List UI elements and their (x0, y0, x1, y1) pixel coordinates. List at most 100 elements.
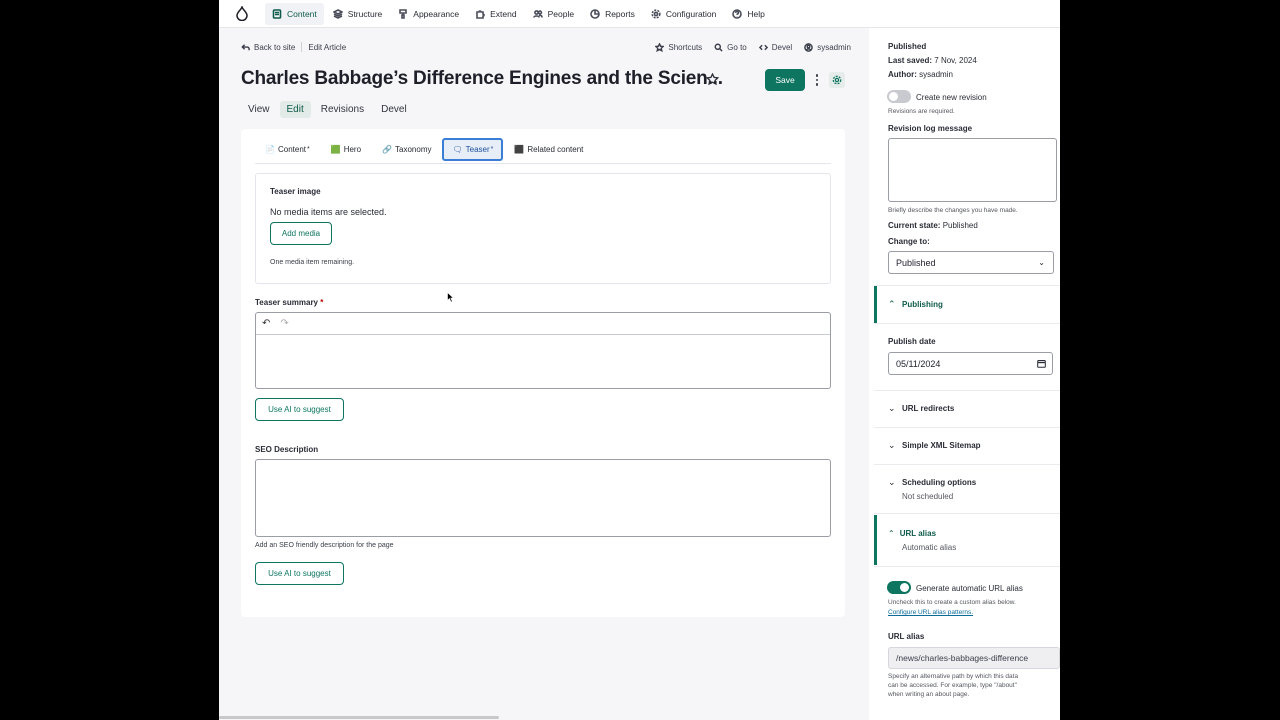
shortcuts-button[interactable]: Shortcuts (655, 42, 702, 52)
status-text: Published (888, 42, 927, 51)
htab-taxonomy-label: Taxonomy (395, 145, 432, 154)
user-menu-button[interactable]: sysadmin (804, 43, 851, 52)
nav-content-label: Content (287, 8, 317, 19)
author-value: sysadmin (919, 70, 953, 79)
nav-people[interactable]: People (526, 3, 581, 25)
current-state-value: Published (942, 221, 978, 230)
scheduling-label: Scheduling options (902, 477, 977, 487)
htab-taxonomy[interactable]: 🔗 Taxonomy (372, 138, 441, 161)
url-alias-input[interactable]: /news/charles-babbages-difference (888, 647, 1060, 669)
nav-extend-label: Extend (490, 8, 517, 19)
generate-alias-label: Generate automatic URL alias (916, 584, 1023, 593)
revisions-required-text: Revisions are required. (888, 108, 955, 115)
back-to-site-link[interactable]: Back to site (241, 43, 295, 52)
change-to-value: Published (896, 257, 936, 268)
revision-log-label: Revision log message (888, 124, 973, 133)
revision-log-textarea[interactable] (888, 138, 1057, 202)
tab-revisions[interactable]: Revisions (314, 101, 371, 118)
nav-help[interactable]: Help (725, 3, 771, 25)
redo-icon[interactable]: ↷ (280, 318, 288, 329)
document-icon: 📄 (265, 145, 275, 154)
scheduling-accordion[interactable]: ⌄ Scheduling options (874, 474, 1060, 490)
horizontal-scrollbar[interactable] (219, 716, 499, 719)
publishing-accordion[interactable]: ⌃ Publishing (874, 286, 1060, 323)
admin-toolbar: Content Structure Appearance Extend Peop… (219, 0, 1060, 28)
htab-content[interactable]: 📄 Content * (255, 138, 320, 161)
generate-alias-toggle[interactable] (887, 581, 911, 594)
htab-hero[interactable]: 🟩 Hero (321, 138, 371, 161)
undo-icon[interactable]: ↶ (262, 318, 270, 329)
nav-help-label: Help (747, 8, 765, 19)
divider (874, 323, 1060, 324)
required-mark: * (320, 298, 324, 307)
url-alias-accordion[interactable]: ⌃ URL alias Automatic alias (874, 515, 1060, 565)
htab-related-content[interactable]: ⬛ Related content (504, 138, 593, 161)
nav-people-label: People (547, 8, 575, 19)
editor-toolbar: ↶ ↷ (256, 313, 830, 335)
url-redirects-accordion[interactable]: ⌄ URL redirects (874, 391, 1060, 426)
chevron-down-icon: ⌄ (888, 403, 896, 413)
content-icon (272, 8, 282, 19)
link-icon: 🔗 (382, 145, 393, 154)
nav-extend[interactable]: Extend (468, 3, 523, 25)
drupal-logo-icon[interactable] (219, 0, 265, 28)
teaser-image-fieldset: Teaser image No media items are selected… (255, 173, 831, 284)
goto-button[interactable]: Go to (714, 43, 747, 52)
alias-help-line-3: when writing an about page. (888, 691, 970, 698)
favorite-star-icon[interactable] (706, 73, 719, 86)
publish-date-input[interactable]: 05/11/2024 (888, 352, 1053, 375)
nav-structure[interactable]: Structure (326, 3, 390, 25)
seo-help-text: Add an SEO friendly description for the … (255, 542, 394, 549)
user-icon (804, 42, 814, 52)
breadcrumb: Edit Article (308, 42, 347, 52)
tab-edit[interactable]: Edit (279, 101, 311, 118)
sitemap-accordion[interactable]: ⌄ Simple XML Sitemap (874, 428, 1060, 463)
nav-reports[interactable]: Reports (583, 3, 642, 25)
teaser-ai-suggest-button[interactable]: Use AI to suggest (255, 398, 344, 421)
htab-teaser-label: Teaser (465, 145, 490, 154)
chevron-down-icon: ⌄ (1038, 258, 1045, 267)
change-to-select[interactable]: Published ⌄ (888, 251, 1054, 274)
change-to-label: Change to: (888, 237, 930, 246)
nav-appearance[interactable]: Appearance (391, 3, 466, 25)
teaser-summary-label-text: Teaser summary (255, 298, 318, 307)
settings-toggle-button[interactable] (829, 72, 845, 88)
calendar-icon[interactable] (1037, 359, 1046, 368)
last-saved-value: 7 Nov, 2024 (934, 56, 977, 65)
tab-devel[interactable]: Devel (374, 101, 414, 118)
monitor-icon: ⬛ (514, 145, 525, 154)
search-icon (714, 43, 723, 52)
meta-sidebar: Published Last saved: 7 Nov, 2024 Author… (874, 28, 1060, 720)
configuration-icon (651, 8, 661, 19)
tab-view[interactable]: View (241, 101, 277, 118)
more-actions-icon[interactable] (813, 72, 821, 88)
current-state-label: Current state: (888, 221, 941, 230)
primary-tabs: View Edit Revisions Devel (241, 101, 417, 118)
back-arrow-icon (241, 43, 250, 50)
required-mark: * (307, 146, 310, 153)
nav-content[interactable]: Content (265, 2, 324, 25)
save-button[interactable]: Save (765, 69, 805, 91)
goto-label: Go to (727, 42, 747, 52)
devel-label: Devel (771, 42, 793, 52)
new-revision-toggle[interactable] (887, 90, 911, 103)
last-saved: Last saved: 7 Nov, 2024 (888, 56, 977, 65)
configure-alias-link[interactable]: Configure URL alias patterns. (888, 609, 973, 616)
required-mark: * (490, 146, 494, 153)
htab-teaser[interactable]: 🗨 Teaser * (442, 138, 504, 161)
publish-date-label: Publish date (888, 337, 936, 346)
people-icon (532, 9, 543, 18)
secondary-toolbar: Back to site Edit Article Shortcuts Go t… (241, 40, 851, 54)
seo-description-textarea[interactable] (255, 459, 831, 537)
help-icon (732, 8, 743, 19)
app-window: Content Structure Appearance Extend Peop… (219, 0, 1060, 720)
chevron-down-icon: ⌄ (888, 440, 896, 450)
nav-configuration[interactable]: Configuration (644, 3, 724, 25)
add-media-button[interactable]: Add media (270, 222, 332, 245)
teaser-summary-editor[interactable]: ↶ ↷ (255, 312, 831, 389)
seo-ai-suggest-button[interactable]: Use AI to suggest (255, 562, 344, 585)
teaser-summary-label: Teaser summary * (255, 298, 323, 307)
devel-button[interactable]: Devel (758, 42, 793, 52)
uncheck-help-text: Uncheck this to create a custom alias be… (888, 599, 1016, 606)
htab-hero-label: Hero (343, 145, 362, 154)
